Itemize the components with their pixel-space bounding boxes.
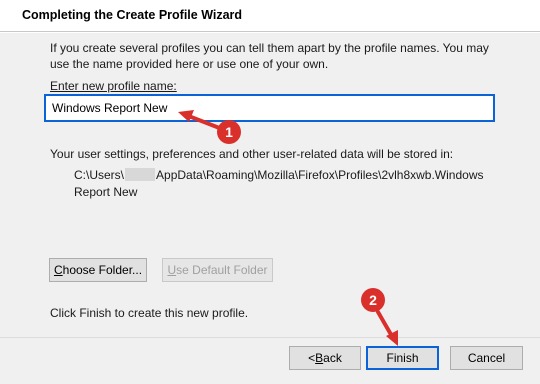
redacted-username (125, 168, 156, 181)
profile-name-input[interactable] (44, 94, 495, 122)
choose-folder-button[interactable]: Choose Folder... (49, 258, 147, 282)
cancel-button[interactable]: Cancel (450, 346, 523, 370)
path-prefix: C:\Users\ (74, 168, 125, 182)
wizard-title: Completing the Create Profile Wizard (22, 8, 243, 22)
storage-note: Your user settings, preferences and othe… (50, 147, 454, 161)
back-button[interactable]: < Back (289, 346, 361, 370)
use-default-folder-button[interactable]: Use Default Folder (162, 258, 273, 282)
finish-instruction: Click Finish to create this new profile. (50, 306, 249, 320)
finish-button[interactable]: Finish (366, 346, 439, 370)
profile-name-label: Enter new profile name: (50, 79, 177, 93)
wizard-header: Completing the Create Profile Wizard (0, 0, 540, 32)
profile-path: C:\Users\ AppData\Roaming\Mozilla\Firefox… (74, 167, 504, 201)
intro-text: If you create several profiles you can t… (50, 41, 489, 71)
